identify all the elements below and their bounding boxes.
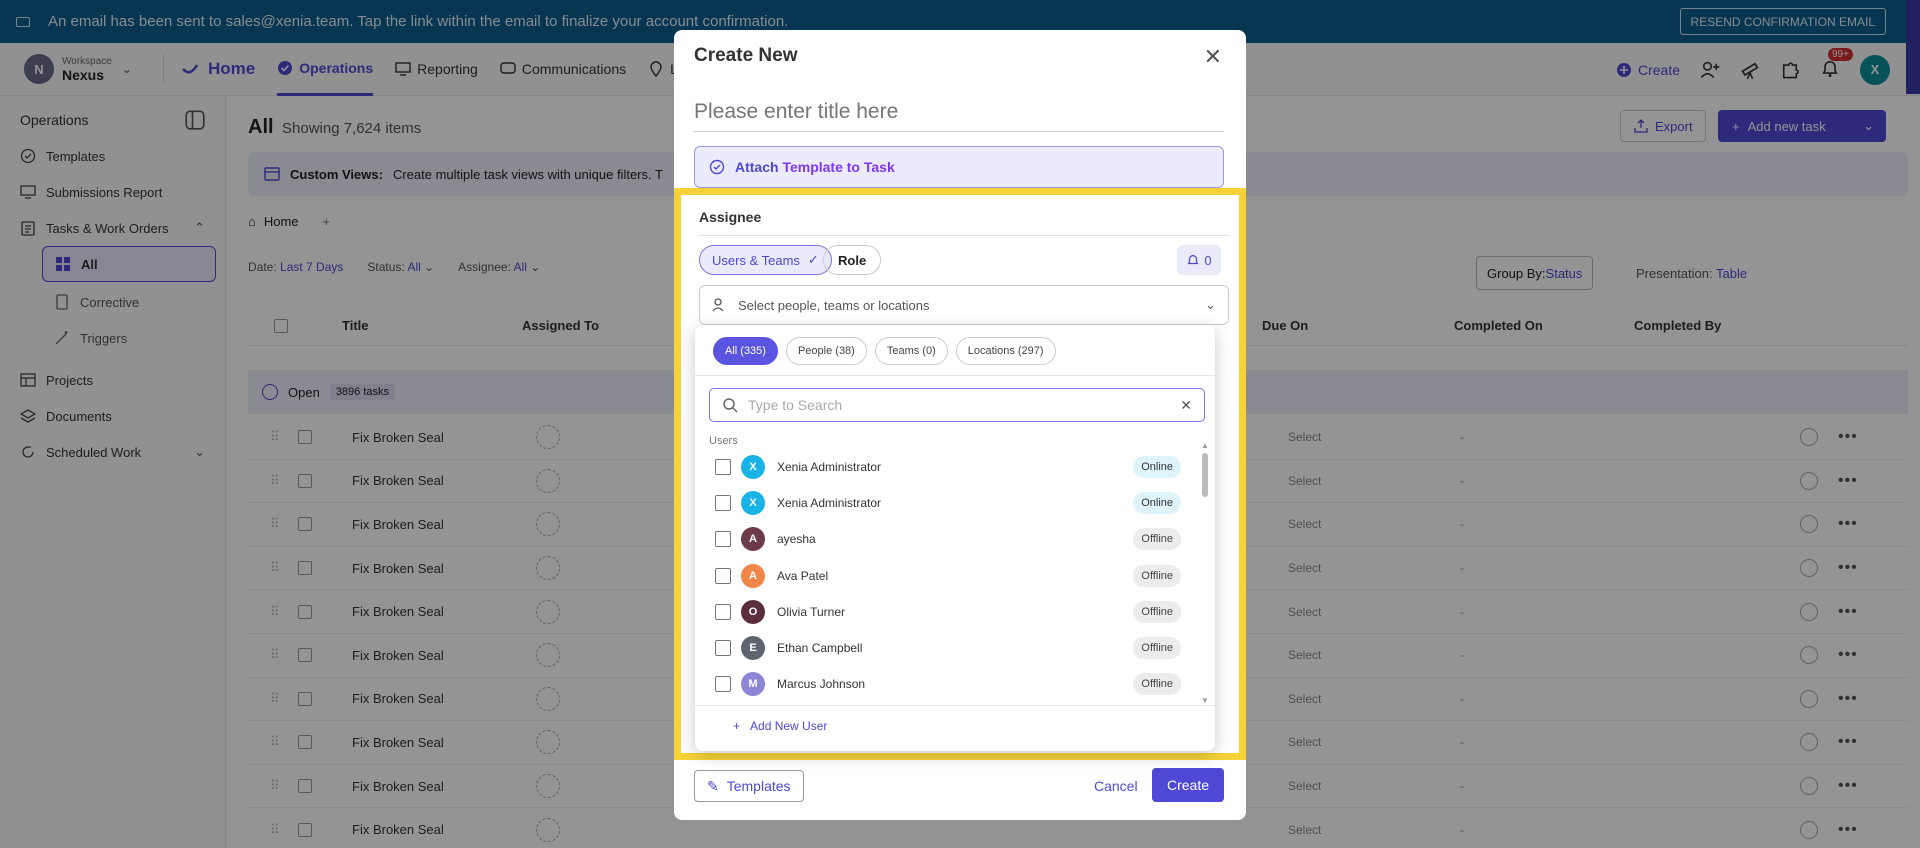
add-new-user-label: Add New User <box>750 719 828 733</box>
user-checkbox[interactable] <box>715 676 731 693</box>
user-list-item[interactable]: O Olivia Turner Offline <box>709 594 1187 630</box>
user-checkbox[interactable] <box>715 567 731 584</box>
assignee-select-placeholder: Select people, teams or locations <box>738 297 930 313</box>
user-avatar: E <box>741 636 765 661</box>
user-name: Olivia Turner <box>777 604 846 619</box>
user-avatar: A <box>741 563 765 588</box>
user-avatar: X <box>741 455 765 480</box>
user-checkbox[interactable] <box>715 531 731 548</box>
clear-search-icon[interactable]: ✕ <box>1180 397 1192 414</box>
chip-label: Users & Teams <box>712 252 800 268</box>
user-status-badge: Online <box>1133 456 1181 479</box>
notify-count: 0 <box>1204 252 1212 268</box>
templates-label: Templates <box>726 778 791 794</box>
check-icon: ✓ <box>807 252 819 267</box>
bell-icon <box>1188 255 1199 265</box>
user-checkbox[interactable] <box>715 640 731 657</box>
user-avatar: O <box>741 599 765 624</box>
user-checkbox[interactable] <box>715 603 731 620</box>
add-new-user-button[interactable]: + Add New User <box>733 719 827 733</box>
user-name: Ethan Campbell <box>777 641 863 656</box>
user-name: Xenia Administrator <box>777 496 882 511</box>
role-chip[interactable]: Role <box>823 245 882 275</box>
divider <box>699 235 1229 236</box>
user-status-badge: Offline <box>1133 673 1181 696</box>
tab-people[interactable]: People (38) <box>785 337 867 365</box>
user-name: Ava Patel <box>777 568 829 583</box>
user-checkbox[interactable] <box>715 459 731 476</box>
chevron-down-icon: ⌄ <box>1205 297 1216 312</box>
users-group-label: Users <box>709 435 738 447</box>
user-name: Marcus Johnson <box>777 677 866 692</box>
cancel-button[interactable]: Cancel <box>1094 778 1138 794</box>
assignee-section: Assignee Users & Teams ✓ Role 0 Select p… <box>674 188 1246 760</box>
users-teams-chip[interactable]: Users & Teams ✓ <box>699 245 832 275</box>
create-button[interactable]: Create <box>1152 768 1224 802</box>
check-circle-outline-icon <box>709 159 725 175</box>
notify-button[interactable]: 0 <box>1177 245 1221 275</box>
search-icon <box>723 398 738 413</box>
user-status-badge: Offline <box>1133 600 1181 623</box>
task-title-input[interactable] <box>694 92 1224 132</box>
attach-template-button[interactable]: Attach Template to Task <box>694 146 1224 188</box>
scroll-up-icon[interactable]: ▲ <box>1201 441 1209 450</box>
divider <box>695 705 1215 706</box>
user-list: X Xenia Administrator Online X Xenia Adminis… <box>709 449 1187 702</box>
user-status-badge: Online <box>1133 492 1181 515</box>
assignee-dropdown: All (335) People (38) Teams (0) Location… <box>695 325 1215 751</box>
tab-teams[interactable]: Teams (0) <box>874 337 948 365</box>
scroll-down-icon[interactable]: ▼ <box>1201 696 1209 705</box>
user-status-badge: Offline <box>1133 637 1181 660</box>
user-avatar: A <box>741 527 765 552</box>
assignee-heading: Assignee <box>699 209 762 225</box>
user-avatar: M <box>741 672 765 697</box>
user-list-item[interactable]: E Ethan Campbell Offline <box>709 630 1187 666</box>
user-status-badge: Offline <box>1133 528 1181 551</box>
scrollbar-thumb[interactable] <box>1202 453 1208 497</box>
plus-icon: + <box>733 719 741 733</box>
pencil-icon: ✎ <box>707 777 719 794</box>
attach-label-accent: Template to Task <box>782 159 895 175</box>
user-avatar: X <box>741 491 765 516</box>
modal-title: Create New <box>694 45 798 66</box>
user-list-item[interactable]: X Xenia Administrator Online <box>709 485 1187 521</box>
divider <box>695 375 1215 376</box>
user-list-scrollbar[interactable]: ▲ ▼ <box>1201 441 1209 705</box>
user-list-item[interactable]: X Xenia Administrator Online <box>709 449 1187 485</box>
search-input[interactable] <box>748 397 1168 413</box>
users-icon <box>712 298 724 312</box>
close-icon[interactable]: ✕ <box>1204 44 1222 70</box>
user-list-item[interactable]: Aayesha Offline <box>709 521 1187 557</box>
user-name: ayesha <box>777 532 816 547</box>
tab-all[interactable]: All (335) <box>713 337 778 365</box>
attach-label: Attach <box>735 159 779 175</box>
user-name: Xenia Administrator <box>777 460 882 475</box>
assignee-tabs: All (335) People (38) Teams (0) Location… <box>713 337 1056 365</box>
templates-button[interactable]: ✎ Templates <box>694 770 804 802</box>
user-list-item[interactable]: A Ava Patel Offline <box>709 558 1187 594</box>
assignee-search[interactable]: ✕ <box>709 388 1205 422</box>
assignee-select[interactable]: Select people, teams or locations ⌄ <box>699 285 1229 325</box>
user-checkbox[interactable] <box>715 495 731 512</box>
user-list-item[interactable]: M Marcus Johnson Offline <box>709 666 1187 702</box>
user-status-badge: Offline <box>1133 564 1181 587</box>
tab-locations[interactable]: Locations (297) <box>955 337 1056 365</box>
